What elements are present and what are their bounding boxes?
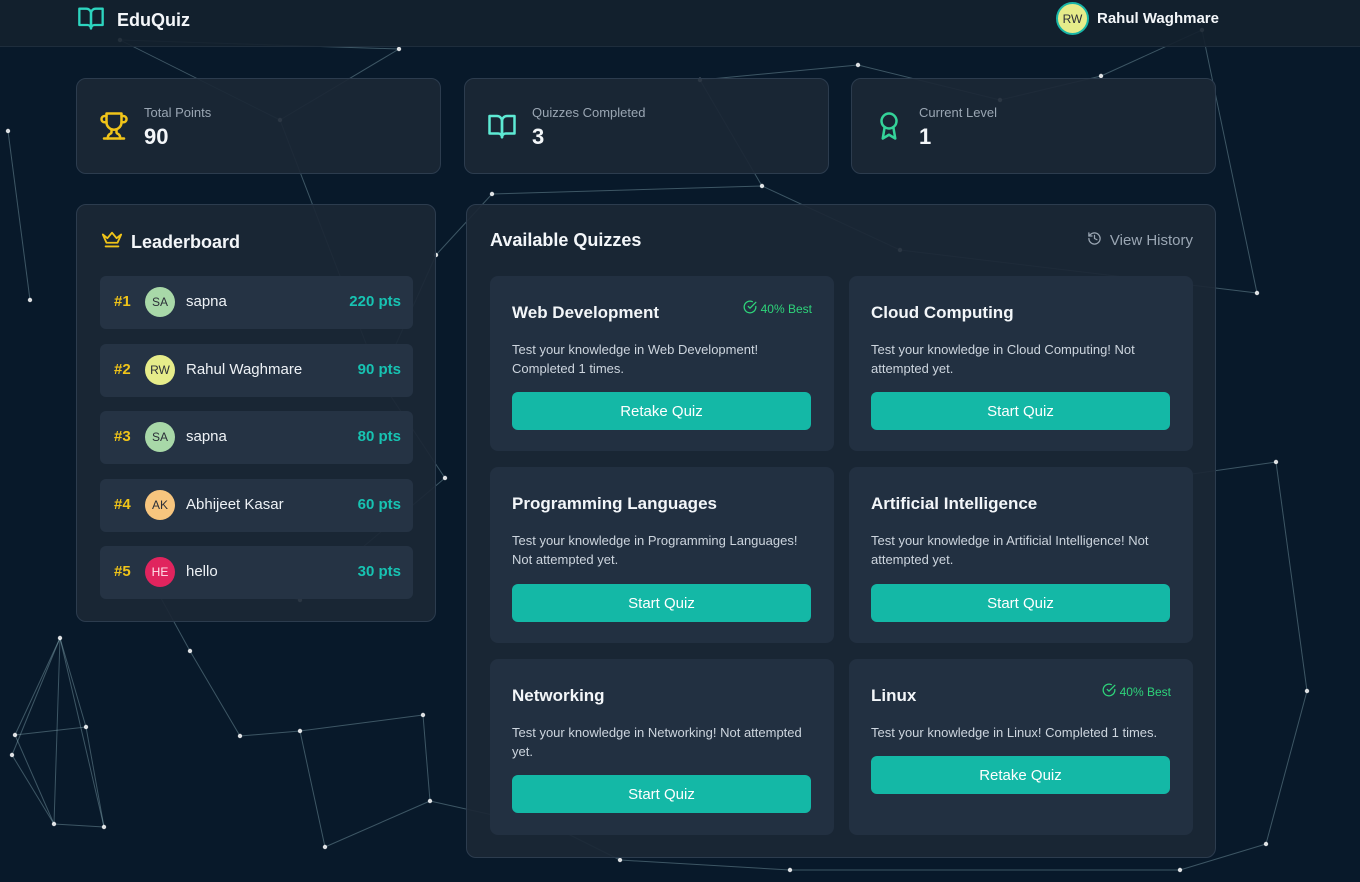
user-menu[interactable]: RW Rahul Waghmare bbox=[1056, 2, 1219, 35]
quiz-description: Test your knowledge in Programming Langu… bbox=[512, 533, 798, 567]
retake-quiz-button[interactable]: Retake Quiz bbox=[871, 756, 1170, 794]
leaderboard-row[interactable]: #2 RW Rahul Waghmare 90 pts bbox=[100, 344, 413, 397]
app-name: EduQuiz bbox=[117, 10, 190, 30]
stat-quizzes-completed: Quizzes Completed 3 bbox=[464, 78, 829, 174]
leaderboard-title: Leaderboard bbox=[131, 232, 241, 252]
rank: #3 bbox=[114, 428, 131, 445]
view-history-button[interactable]: View History bbox=[1087, 231, 1193, 250]
player-name: Abhijeet Kasar bbox=[186, 496, 284, 513]
quiz-name: Artificial Intelligence bbox=[871, 494, 1038, 513]
quiz-name: Cloud Computing bbox=[871, 303, 1014, 322]
avatar: SA bbox=[145, 422, 175, 452]
rank: #2 bbox=[114, 361, 131, 378]
brand[interactable]: EduQuiz bbox=[77, 4, 190, 37]
avatar: SA bbox=[145, 287, 175, 317]
crown-icon bbox=[101, 229, 123, 256]
quiz-description: Test your knowledge in Artificial Intell… bbox=[871, 533, 1149, 567]
quiz-card-programming-languages: Programming Languages Test your knowledg… bbox=[490, 467, 834, 643]
leaderboard-row[interactable]: #4 AK Abhijeet Kasar 60 pts bbox=[100, 479, 413, 532]
start-quiz-button[interactable]: Start Quiz bbox=[512, 775, 811, 813]
check-circle-icon bbox=[743, 300, 757, 317]
check-circle-icon bbox=[1102, 683, 1116, 700]
stat-current-level: Current Level 1 bbox=[851, 78, 1216, 174]
start-quiz-button[interactable]: Start Quiz bbox=[871, 392, 1170, 430]
history-icon bbox=[1087, 231, 1102, 250]
player-name: Rahul Waghmare bbox=[186, 361, 303, 378]
leaderboard-row[interactable]: #3 SA sapna 80 pts bbox=[100, 411, 413, 464]
award-icon bbox=[874, 111, 904, 146]
leaderboard-row[interactable]: #5 HE hello 30 pts bbox=[100, 546, 413, 599]
leaderboard-header: Leaderboard bbox=[101, 229, 240, 256]
quiz-description: Test your knowledge in Networking! Not a… bbox=[512, 725, 802, 759]
best-score-badge: 40% Best bbox=[743, 300, 812, 317]
start-quiz-button[interactable]: Start Quiz bbox=[871, 584, 1170, 622]
stat-value: 3 bbox=[532, 124, 545, 149]
best-score-badge: 40% Best bbox=[1102, 683, 1171, 700]
quiz-description: Test your knowledge in Cloud Computing! … bbox=[871, 342, 1135, 376]
player-points: 220 pts bbox=[349, 293, 401, 310]
best-score-text: 40% Best bbox=[760, 301, 812, 316]
stat-value: 90 bbox=[144, 124, 169, 149]
rank: #1 bbox=[114, 293, 131, 310]
quiz-card-linux: Linux 40% Best Test your knowledge in Li… bbox=[849, 659, 1193, 835]
quizzes-panel: Available Quizzes View History Web Devel… bbox=[466, 204, 1216, 858]
book-open-icon bbox=[77, 4, 105, 37]
start-quiz-button[interactable]: Start Quiz bbox=[512, 584, 811, 622]
avatar: HE bbox=[145, 557, 175, 587]
quiz-card-artificial-intelligence: Artificial Intelligence Test your knowle… bbox=[849, 467, 1193, 643]
user-avatar: RW bbox=[1056, 2, 1089, 35]
quiz-name: Linux bbox=[871, 686, 917, 705]
stat-label: Total Points bbox=[144, 105, 212, 120]
quiz-card-cloud-computing: Cloud Computing Test your knowledge in C… bbox=[849, 276, 1193, 451]
player-points: 30 pts bbox=[357, 563, 401, 580]
quiz-description: Test your knowledge in Linux! Completed … bbox=[871, 725, 1158, 740]
stat-label: Current Level bbox=[919, 105, 998, 120]
quiz-card-networking: Networking Test your knowledge in Networ… bbox=[490, 659, 834, 835]
view-history-label: View History bbox=[1109, 232, 1193, 249]
user-name: Rahul Waghmare bbox=[1097, 10, 1219, 27]
quizzes-title: Available Quizzes bbox=[490, 230, 642, 250]
quiz-description: Test your knowledge in Web Development! … bbox=[512, 342, 759, 376]
top-navbar: EduQuiz RW Rahul Waghmare bbox=[0, 0, 1360, 47]
leaderboard-row[interactable]: #1 SA sapna 220 pts bbox=[100, 276, 413, 329]
player-name: sapna bbox=[186, 428, 227, 445]
quiz-name: Web Development bbox=[512, 303, 660, 322]
stat-label: Quizzes Completed bbox=[532, 105, 646, 120]
trophy-icon bbox=[99, 111, 129, 146]
player-name: hello bbox=[186, 563, 218, 580]
retake-quiz-button[interactable]: Retake Quiz bbox=[512, 392, 811, 430]
stat-value: 1 bbox=[919, 124, 932, 149]
player-points: 80 pts bbox=[357, 428, 401, 445]
quiz-name: Programming Languages bbox=[512, 494, 717, 513]
player-points: 90 pts bbox=[357, 361, 401, 378]
rank: #4 bbox=[114, 496, 131, 513]
avatar: AK bbox=[145, 490, 175, 520]
book-icon bbox=[487, 111, 517, 146]
leaderboard-panel: Leaderboard #1 SA sapna 220 pts #2 RW Ra… bbox=[76, 204, 436, 622]
quiz-name: Networking bbox=[512, 686, 605, 705]
stat-total-points: Total Points 90 bbox=[76, 78, 441, 174]
best-score-text: 40% Best bbox=[1119, 684, 1171, 699]
rank: #5 bbox=[114, 563, 131, 580]
player-points: 60 pts bbox=[357, 496, 401, 513]
quiz-card-web-development: Web Development 40% Best Test your knowl… bbox=[490, 276, 834, 451]
avatar: RW bbox=[145, 355, 175, 385]
player-name: sapna bbox=[186, 293, 227, 310]
